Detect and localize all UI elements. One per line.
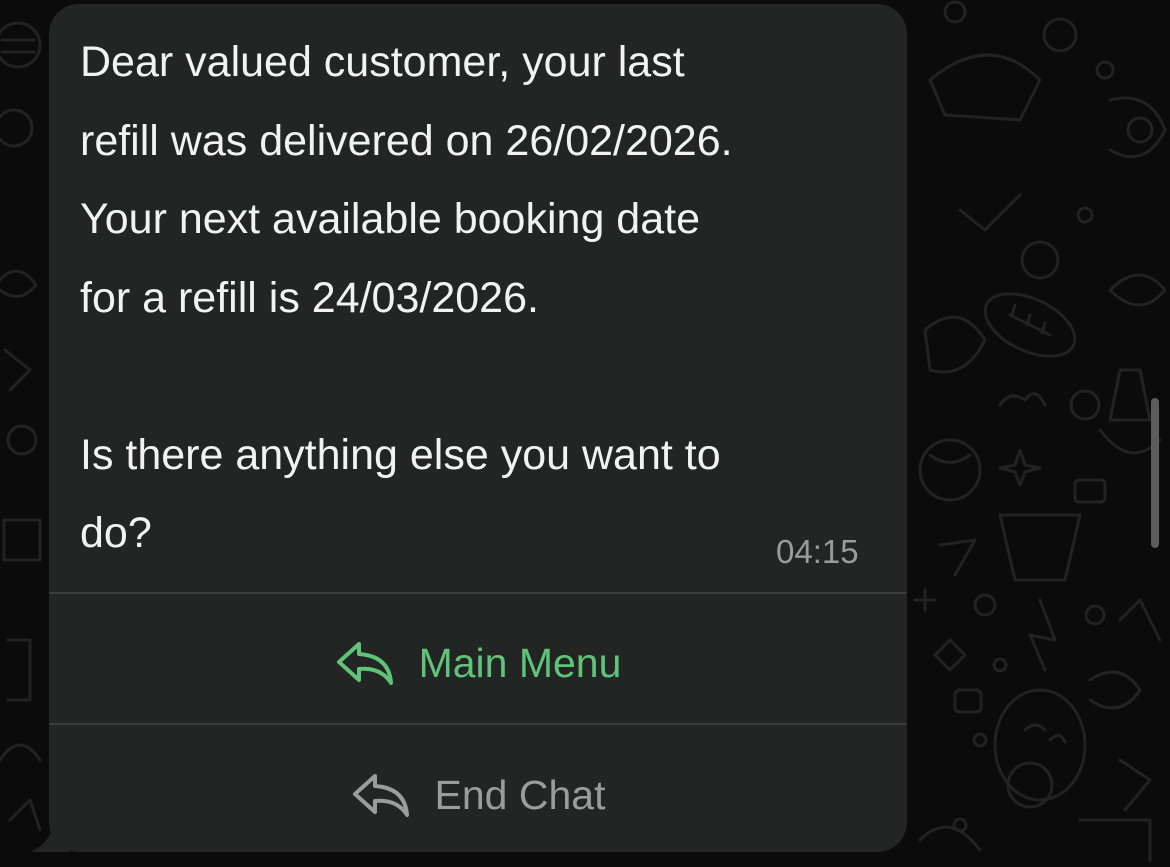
reply-arrow-icon — [335, 640, 397, 686]
message-bubble: Dear valued customer, your last refill w… — [49, 4, 907, 852]
end-chat-button[interactable]: End Chat — [49, 731, 907, 852]
divider — [49, 723, 907, 725]
divider — [49, 592, 907, 594]
reply-arrow-icon — [351, 772, 413, 818]
main-menu-label: Main Menu — [418, 640, 622, 686]
main-menu-button[interactable]: Main Menu — [49, 599, 907, 727]
message-timestamp: 04:15 — [776, 533, 859, 570]
scrollbar[interactable] — [1151, 398, 1159, 548]
message-text: Dear valued customer, your last refill w… — [80, 38, 733, 557]
end-chat-label: End Chat — [434, 772, 606, 818]
